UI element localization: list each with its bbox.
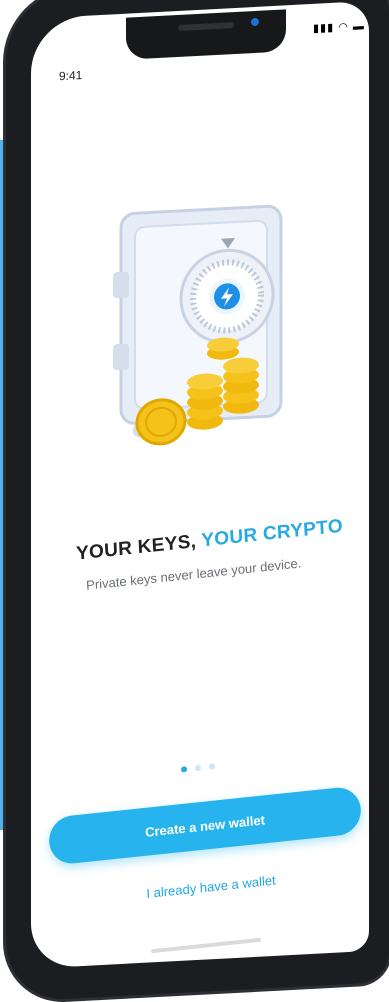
pagination-dots bbox=[180, 763, 216, 773]
battery-icon: ▬ bbox=[352, 20, 365, 33]
signal-bars-icon: ▮▮▮ bbox=[313, 21, 335, 35]
title-accent: YOUR CRYPTO bbox=[200, 515, 344, 552]
pagination-dot-3[interactable] bbox=[208, 763, 216, 770]
title-prefix: YOUR KEYS, bbox=[75, 530, 202, 565]
wifi-icon: ◠ bbox=[338, 21, 349, 34]
status-icons: ▮▮▮ ◠ ▬ bbox=[313, 19, 365, 35]
create-wallet-button[interactable]: Create a new wallet bbox=[47, 785, 363, 866]
status-time: 9:41 bbox=[59, 67, 83, 84]
phone-notch bbox=[126, 9, 286, 60]
phone-frame: 9:41 ▮▮▮ ◠ ▬ YOUR KEYS, YOUR CRYPTO Priv… bbox=[6, 0, 389, 1002]
front-camera bbox=[251, 17, 259, 27]
app-screen: 9:41 ▮▮▮ ◠ ▬ YOUR KEYS, YOUR CRYPTO Priv… bbox=[31, 0, 369, 969]
home-indicator bbox=[150, 937, 262, 954]
speaker-grille bbox=[178, 22, 234, 31]
safe-illustration bbox=[113, 204, 283, 446]
existing-wallet-link[interactable]: I already have a wallet bbox=[101, 868, 321, 906]
pagination-dot-2[interactable] bbox=[194, 764, 202, 772]
pagination-dot-1[interactable] bbox=[180, 766, 188, 773]
